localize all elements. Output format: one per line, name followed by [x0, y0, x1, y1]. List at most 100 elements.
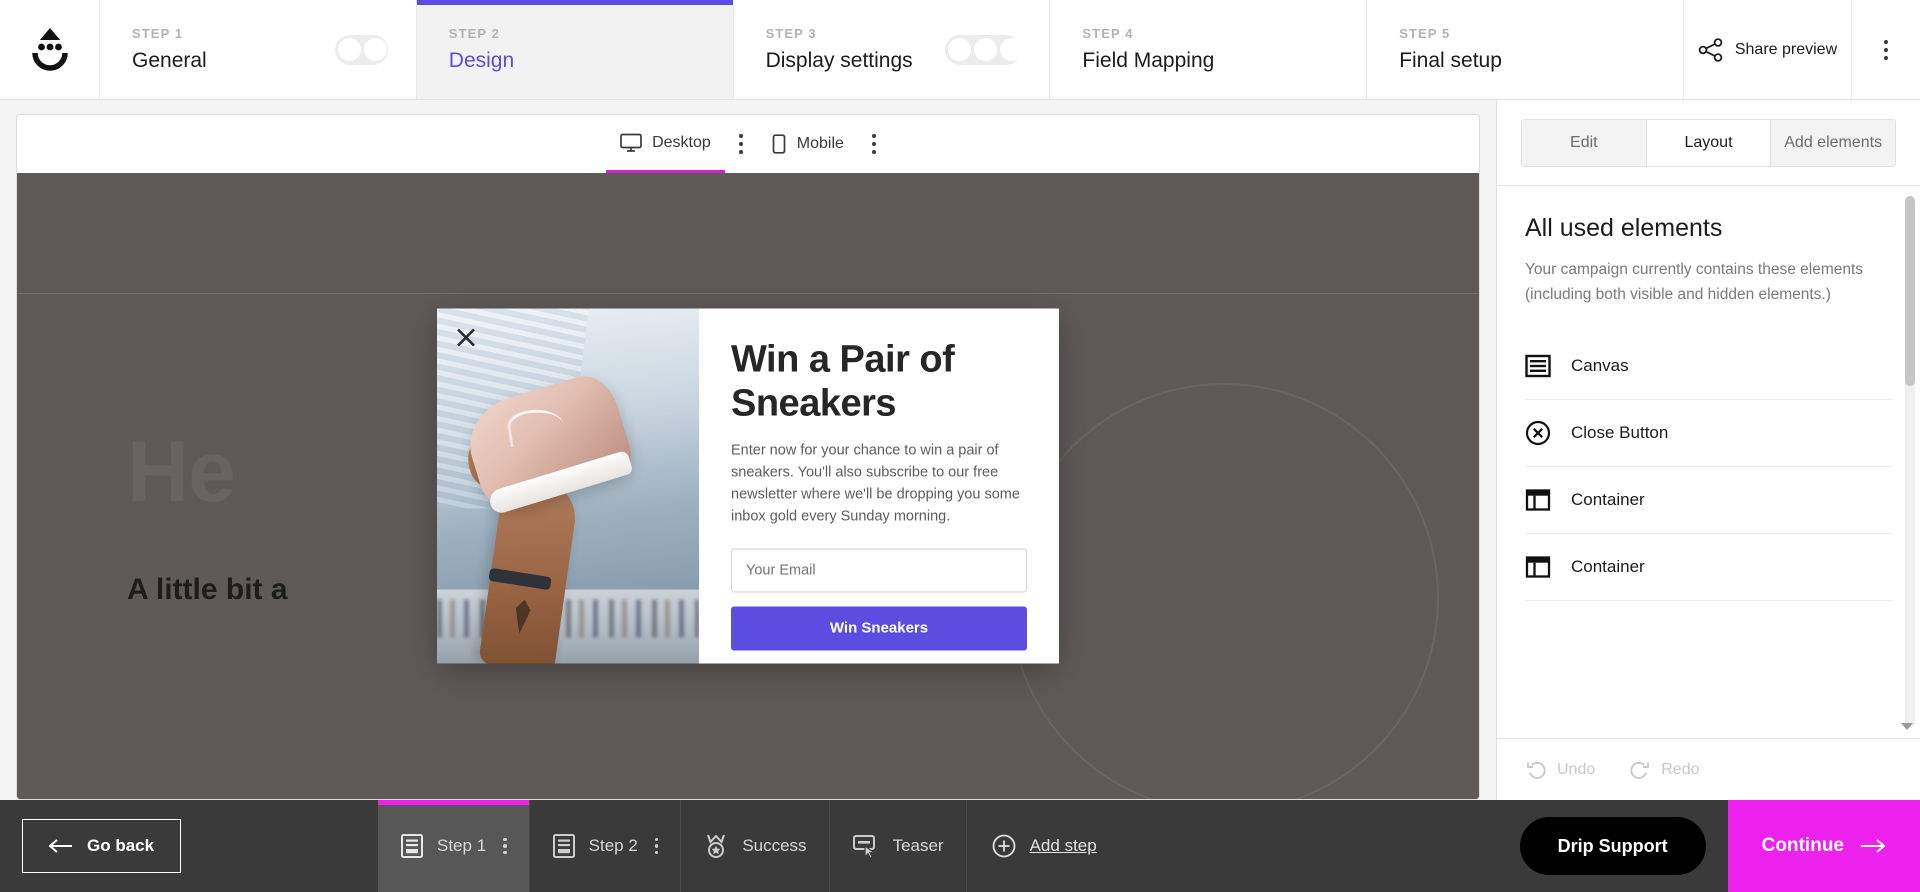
bottom-step-2[interactable]: Step 2	[530, 800, 682, 892]
share-preview-button[interactable]: Share preview	[1684, 0, 1852, 99]
container-icon	[1525, 556, 1551, 578]
bottom-step-2-label: Step 2	[588, 836, 638, 855]
tab-edit[interactable]: Edit	[1522, 119, 1647, 166]
monitor-icon	[620, 133, 642, 152]
app-logo[interactable]	[0, 0, 100, 99]
progress-dot	[1000, 38, 1024, 61]
share-icon	[1698, 37, 1723, 62]
step-page-icon	[552, 834, 575, 858]
desktop-options-button[interactable]	[725, 115, 757, 173]
bottom-steps-zone: Step 1 Step 2 Success Teaser Add step	[378, 800, 1121, 892]
undo-redo-bar: Undo Redo	[1497, 738, 1920, 800]
popup-content: Win a Pair of Sneakers Enter now for you…	[699, 309, 1059, 664]
device-tab-bar: Desktop Mobile	[17, 115, 1479, 173]
scroll-down-arrow-icon[interactable]	[1901, 723, 1913, 730]
preview-stage[interactable]: He A little bit a Win a Pair of Sneakers…	[17, 173, 1479, 799]
panel-tab-bar: Edit Layout Add elements	[1497, 100, 1920, 186]
bottom-step-teaser[interactable]: Teaser	[830, 800, 967, 892]
device-tab-desktop-label: Desktop	[652, 133, 711, 151]
right-panel: Edit Layout Add elements All used elemen…	[1496, 100, 1920, 800]
step-title: Final setup	[1399, 49, 1502, 72]
popup-submit-button[interactable]: Win Sneakers	[731, 606, 1027, 650]
device-tab-desktop[interactable]: Desktop	[606, 115, 725, 173]
bottom-step-1[interactable]: Step 1	[378, 800, 530, 892]
go-back-zone: Go back	[0, 800, 378, 892]
popup-paragraph: Enter now for your chance to win a pair …	[731, 442, 1020, 525]
step-page-icon	[401, 834, 423, 858]
popup-heading: Win a Pair of Sneakers	[731, 338, 955, 425]
close-circle-icon	[1525, 421, 1551, 446]
wizard-step-final-setup[interactable]: STEP 5 Final setup	[1367, 0, 1684, 99]
step-1-options-button[interactable]	[503, 837, 507, 855]
stage-divider	[17, 293, 1479, 294]
bottom-spacer	[1121, 800, 1520, 892]
kebab-icon	[1883, 39, 1888, 60]
popup-email-input[interactable]	[731, 548, 1027, 592]
bottom-step-success[interactable]: Success	[681, 800, 830, 892]
continue-button[interactable]: Continue	[1727, 800, 1920, 892]
element-row-container-2[interactable]: Container	[1525, 534, 1892, 602]
background-decoration-circle	[1009, 383, 1439, 799]
canvas-icon	[1525, 355, 1551, 378]
mobile-options-button[interactable]	[858, 115, 890, 173]
undo-button[interactable]: Undo	[1525, 760, 1595, 780]
step-kicker: STEP 4	[1082, 26, 1134, 41]
progress-dot	[948, 38, 972, 61]
popup-close-button[interactable]	[455, 327, 477, 349]
element-label: Canvas	[1571, 356, 1629, 376]
background-subheadline: A little bit a	[127, 573, 288, 606]
step-kicker: STEP 2	[448, 26, 500, 41]
step-title: Design	[448, 49, 515, 72]
undo-icon	[1527, 761, 1546, 779]
bottom-actions: Drip Support Continue	[1519, 800, 1920, 892]
go-back-button[interactable]: Go back	[22, 819, 182, 873]
element-label: Container	[1571, 557, 1645, 577]
bottom-step-teaser-label: Teaser	[892, 836, 944, 855]
popup-image	[437, 308, 699, 664]
device-tab-mobile[interactable]: Mobile	[757, 115, 858, 173]
phone-icon	[772, 134, 786, 154]
step-2-options-button[interactable]	[654, 837, 659, 855]
topbar-overflow-menu-button[interactable]	[1852, 0, 1920, 99]
element-label: Close Button	[1571, 423, 1669, 443]
element-row-canvas[interactable]: Canvas	[1525, 333, 1892, 401]
elements-list-scroll-area[interactable]: All used elements Your campaign currentl…	[1497, 186, 1920, 738]
image-crowd	[437, 599, 699, 638]
kebab-icon	[871, 134, 876, 154]
device-tab-mobile-label: Mobile	[796, 135, 844, 152]
builder-body: Desktop Mobile He A little bit a Win a P…	[0, 100, 1920, 800]
step-progress-dots-general[interactable]	[334, 34, 388, 65]
wizard-step-general[interactable]: STEP 1 General	[100, 0, 417, 99]
bottom-step-1-label: Step 1	[437, 836, 487, 855]
wizard-step-display-settings[interactable]: STEP 3 Display settings	[734, 0, 1051, 99]
background-headline: He	[127, 424, 236, 520]
panel-title: All used elements	[1525, 214, 1723, 242]
bottom-toolbar: Go back Step 1 Step 2 Success Teaser Add…	[0, 800, 1920, 892]
redo-button[interactable]: Redo	[1629, 760, 1700, 780]
tab-layout[interactable]: Layout	[1646, 119, 1772, 166]
go-back-label: Go back	[87, 836, 155, 855]
wizard-step-design[interactable]: STEP 2 Design	[416, 0, 734, 99]
element-row-close-button[interactable]: Close Button	[1525, 400, 1892, 468]
step-kicker: STEP 5	[1399, 26, 1451, 41]
tab-add-elements[interactable]: Add elements	[1771, 119, 1895, 166]
progress-dot	[363, 38, 387, 61]
drip-support-button[interactable]: Drip Support	[1519, 817, 1706, 875]
add-step-button[interactable]: Add step	[967, 800, 1121, 892]
campaign-popup[interactable]: Win a Pair of Sneakers Enter now for you…	[437, 308, 1059, 664]
wizard-topbar: STEP 1 General STEP 2 Design STEP 3 Disp…	[0, 0, 1920, 100]
arrow-right-icon	[1861, 839, 1886, 853]
campaign-builder-app: STEP 1 General STEP 2 Design STEP 3 Disp…	[0, 0, 1920, 892]
close-x-icon	[457, 328, 475, 347]
continue-label: Continue	[1761, 835, 1844, 856]
progress-dot	[974, 38, 998, 61]
panel-scrollbar[interactable]	[1901, 196, 1915, 730]
step-progress-dots-display[interactable]	[945, 34, 1024, 65]
element-row-container-1[interactable]: Container	[1525, 467, 1892, 535]
canvas-column: Desktop Mobile He A little bit a Win a P…	[0, 100, 1496, 800]
wizard-step-field-mapping[interactable]: STEP 4 Field Mapping	[1050, 0, 1368, 99]
bottom-step-success-label: Success	[742, 836, 807, 855]
scrollbar-thumb[interactable]	[1905, 196, 1915, 386]
redo-icon	[1630, 761, 1650, 779]
teaser-icon	[852, 835, 876, 859]
